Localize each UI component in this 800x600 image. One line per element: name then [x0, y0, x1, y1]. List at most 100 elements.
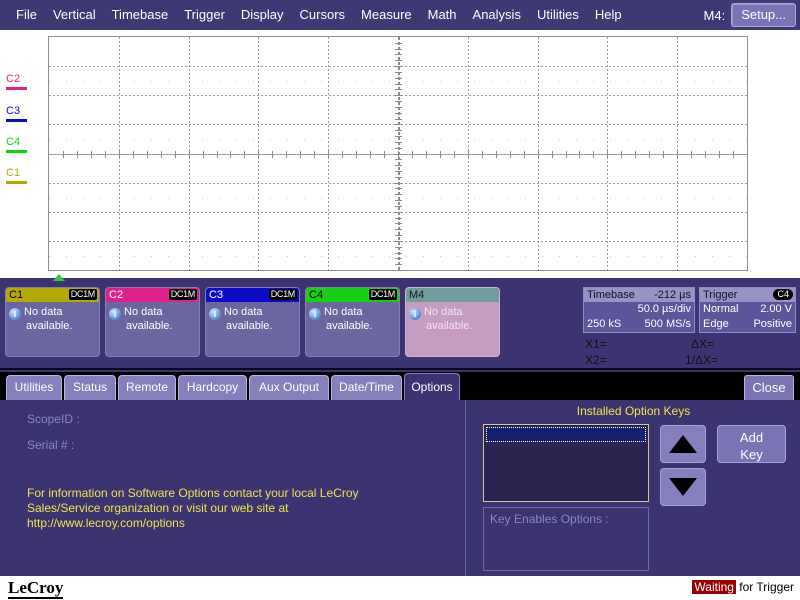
- cursor-x2-label: X2=: [585, 353, 607, 367]
- trigger-position-marker-icon[interactable]: [53, 274, 65, 281]
- descriptor-c4-line2: available.: [326, 320, 373, 332]
- installed-option-keys-title: Installed Option Keys: [576, 404, 691, 418]
- grid-tick-horizontal: [356, 151, 357, 158]
- grid-tick-vertical: [395, 241, 402, 242]
- timebase-panel-header: Timebase -212 µs: [584, 288, 694, 302]
- serial-number-label: Serial # :: [27, 438, 75, 452]
- tab-aux-output[interactable]: Aux Output: [249, 375, 329, 400]
- grid-tick-horizontal: [105, 151, 106, 158]
- grid-tick-horizontal: [524, 151, 525, 158]
- descriptor-c4[interactable]: C4 DC1M i No data available.: [305, 287, 400, 357]
- waveform-display-area: C2 C3 C4 C1: [0, 30, 800, 278]
- triangle-down-icon: [669, 478, 697, 496]
- graticule[interactable]: [48, 36, 748, 271]
- descriptor-c3-line2: available.: [226, 320, 273, 332]
- descriptor-m4-name: M4: [409, 289, 425, 301]
- descriptor-c4-line1: No data: [324, 306, 363, 318]
- descriptor-c2-header: C2 DC1M: [106, 288, 199, 302]
- channel-marker-c1[interactable]: C1: [6, 168, 46, 184]
- channel-marker-c3[interactable]: C3: [6, 106, 46, 122]
- status-bar: LeCroy Waiting for Trigger: [0, 576, 800, 600]
- trigger-panel[interactable]: Trigger C4 Normal 2.00 V Edge Positive: [699, 287, 796, 333]
- trigger-level: 2.00 V: [760, 303, 792, 315]
- descriptor-c1-header: C1 DC1M: [6, 288, 99, 302]
- dialog-body: ScopeID : Serial # : For information on …: [0, 400, 800, 576]
- tab-utilities[interactable]: Utilities: [6, 375, 62, 400]
- menu-item-analysis[interactable]: Analysis: [465, 0, 529, 30]
- menu-item-timebase[interactable]: Timebase: [104, 0, 177, 30]
- trigger-mode: Normal: [703, 303, 739, 315]
- descriptor-m4[interactable]: M4 i No data available.: [405, 287, 500, 357]
- grid-tick-vertical: [395, 206, 402, 207]
- grid-tick-vertical: [395, 159, 402, 160]
- descriptor-c3-coupling: DC1M: [268, 289, 297, 300]
- descriptor-c1[interactable]: C1 DC1M i No data available.: [5, 287, 100, 357]
- descriptor-c4-header: C4 DC1M: [306, 288, 399, 302]
- grid-tick-horizontal: [133, 151, 134, 158]
- grid-tick-horizontal: [691, 151, 692, 158]
- option-keys-list-item[interactable]: [486, 427, 646, 442]
- triangle-up-icon: [669, 435, 697, 453]
- trigger-type: Edge: [703, 318, 729, 330]
- trigger-status: Waiting for Trigger: [692, 580, 794, 595]
- tab-remote[interactable]: Remote: [118, 375, 176, 400]
- menu-item-file[interactable]: File: [8, 0, 45, 30]
- menu-item-help[interactable]: Help: [587, 0, 630, 30]
- grid-tick-vertical: [395, 188, 402, 189]
- channel-marker-c4[interactable]: C4: [6, 137, 46, 153]
- menu-item-trigger[interactable]: Trigger: [176, 0, 233, 30]
- scroll-down-button[interactable]: [660, 468, 706, 506]
- grid-tick-horizontal: [468, 151, 469, 158]
- timebase-panel[interactable]: Timebase -212 µs 50.0 µs/div 250 kS 500 …: [583, 287, 695, 333]
- channel-marker-c2-bar: [6, 87, 27, 90]
- menu-item-math[interactable]: Math: [420, 0, 465, 30]
- grid-tick-horizontal: [77, 151, 78, 158]
- grid-tick-vertical: [395, 154, 402, 155]
- menu-item-measure[interactable]: Measure: [353, 0, 420, 30]
- descriptor-divider: [0, 368, 800, 370]
- grid-tick-horizontal: [91, 151, 92, 158]
- add-key-button[interactable]: Add Key: [717, 425, 786, 463]
- option-keys-listbox[interactable]: [483, 424, 649, 502]
- trigger-mode-row: Normal 2.00 V: [700, 302, 795, 317]
- menu-item-cursors[interactable]: Cursors: [292, 0, 354, 30]
- descriptor-c2[interactable]: C2 DC1M i No data available.: [105, 287, 200, 357]
- tab-hardcopy[interactable]: Hardcopy: [178, 375, 247, 400]
- grid-tick-vertical: [395, 101, 402, 102]
- tab-status[interactable]: Status: [64, 375, 116, 400]
- descriptor-c1-coupling: DC1M: [68, 289, 97, 300]
- grid-tick-horizontal: [119, 151, 120, 158]
- grid-tick-horizontal: [286, 151, 287, 158]
- add-key-button-line1: Add: [739, 430, 764, 445]
- grid-tick-horizontal: [63, 151, 64, 158]
- info-icon: i: [309, 308, 321, 320]
- grid-tick-horizontal: [663, 151, 664, 158]
- menu-item-display[interactable]: Display: [233, 0, 292, 30]
- grid-tick-horizontal: [189, 151, 190, 158]
- channel-marker-c2-label: C2: [6, 73, 21, 85]
- grid-tick-horizontal: [161, 151, 162, 158]
- descriptor-c4-name: C4: [309, 289, 324, 301]
- descriptor-c3[interactable]: C3 DC1M i No data available.: [205, 287, 300, 357]
- menu-item-utilities[interactable]: Utilities: [529, 0, 587, 30]
- channel-marker-c4-label: C4: [6, 136, 21, 148]
- tab-date-time[interactable]: Date/Time: [331, 375, 402, 400]
- descriptor-m4-line1: No data: [424, 306, 463, 318]
- grid-tick-horizontal: [426, 151, 427, 158]
- options-info-pane: ScopeID : Serial # : For information on …: [0, 400, 466, 576]
- grid-tick-horizontal: [314, 151, 315, 158]
- lecroy-logo: LeCroy: [8, 578, 64, 599]
- cursor-x1-label: X1=: [585, 337, 607, 351]
- grid-tick-vertical: [395, 235, 402, 236]
- tab-options[interactable]: Options: [404, 373, 460, 400]
- channel-marker-c2[interactable]: C2: [6, 74, 46, 90]
- menu-item-vertical[interactable]: Vertical: [45, 0, 104, 30]
- grid-tick-vertical: [395, 107, 402, 108]
- close-button[interactable]: Close: [744, 375, 794, 403]
- timebase-memory-row: 250 kS 500 MS/s: [584, 317, 694, 332]
- descriptor-c3-header: C3 DC1M: [206, 288, 299, 302]
- grid-tick-vertical: [395, 218, 402, 219]
- setup-button[interactable]: Setup...: [731, 3, 796, 27]
- oscilloscope-app: File Vertical Timebase Trigger Display C…: [0, 0, 800, 600]
- scroll-up-button[interactable]: [660, 425, 706, 463]
